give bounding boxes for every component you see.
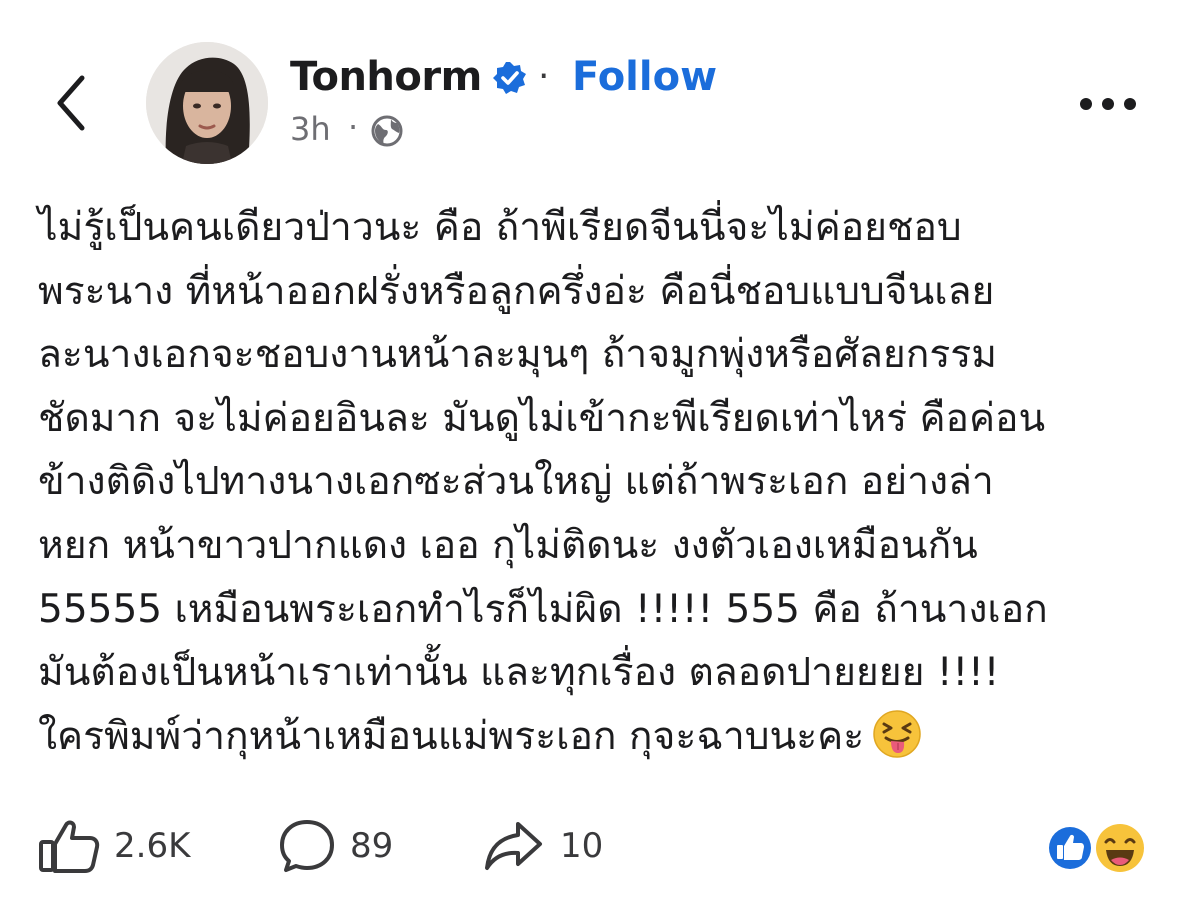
comment-button[interactable]: 89 [278,816,393,876]
more-dots-icon [1080,98,1136,110]
thumbs-up-icon [39,820,100,873]
post-line-last: ใครพิมพ์ว่ากุหน้าเหมือนแม่พระเอก กุจะฉาบ… [38,705,1148,769]
post-line: ใครพิมพ์ว่ากุหน้าเหมือนแม่พระเอก กุจะฉาบ… [38,713,865,759]
like-count: 2.6K [114,826,191,866]
profile-photo [146,42,268,164]
post-line: ละนางเอกจะชอบงานหน้าละมุนๆ ถ้าจมูกพุ่งหร… [38,332,997,378]
comment-bubble-icon [280,820,334,872]
avatar[interactable] [146,42,268,164]
squinting-tongue-emoji [873,710,921,758]
post-line: ข้างติดิงไปทางนางเอกซะส่วนใหญ่ แต่ถ้าพระ… [38,459,994,505]
chevron-left-icon [57,75,85,131]
like-reaction-icon [1046,824,1094,872]
author-name[interactable]: Tonhorm [290,54,482,100]
timestamp-separator: · [348,108,359,146]
post-line: พระนาง ที่หน้าออกฝรั่งหรือลูกครึ่งอ่ะ คื… [38,268,995,314]
verified-badge-icon [493,62,526,94]
back-button[interactable] [48,72,98,134]
share-count: 10 [560,826,604,866]
post-line: มันต้องเป็นหน้าเราเท่านั้น และทุกเรื่อง … [38,650,1000,696]
post-line: หยก หน้าขาวปากแดง เออ กุไม่ติดนะ งงตัวเอ… [38,522,978,568]
post-timestamp[interactable]: 3h [290,110,331,148]
comment-count: 89 [350,826,394,866]
reaction-summary[interactable] [1044,822,1148,874]
share-arrow-icon [485,822,542,870]
post-line: ไม่รู้เป็นคนเดียวป่าวนะ คือ ถ้าพีเรียดจี… [38,205,962,250]
globe-icon [371,115,403,147]
like-button[interactable]: 2.6K [38,816,190,876]
header-separator: · [538,56,550,97]
haha-reaction-icon [1096,824,1144,872]
share-button[interactable]: 10 [482,816,603,876]
post-text: ไม่รู้เป็นคนเดียวป่าวนะ คือ ถ้าพีเรียดจี… [38,196,1148,768]
post-line: 55555 เหมือนพระเอกทำไรก็ไม่ผิด !!!!! 555… [38,586,1048,632]
more-options-button[interactable] [1076,92,1140,116]
follow-button[interactable]: Follow [572,54,717,100]
post-line: ชัดมาก จะไม่ค่อยอินละ มันดูไม่เข้ากะพีเร… [38,395,1046,441]
